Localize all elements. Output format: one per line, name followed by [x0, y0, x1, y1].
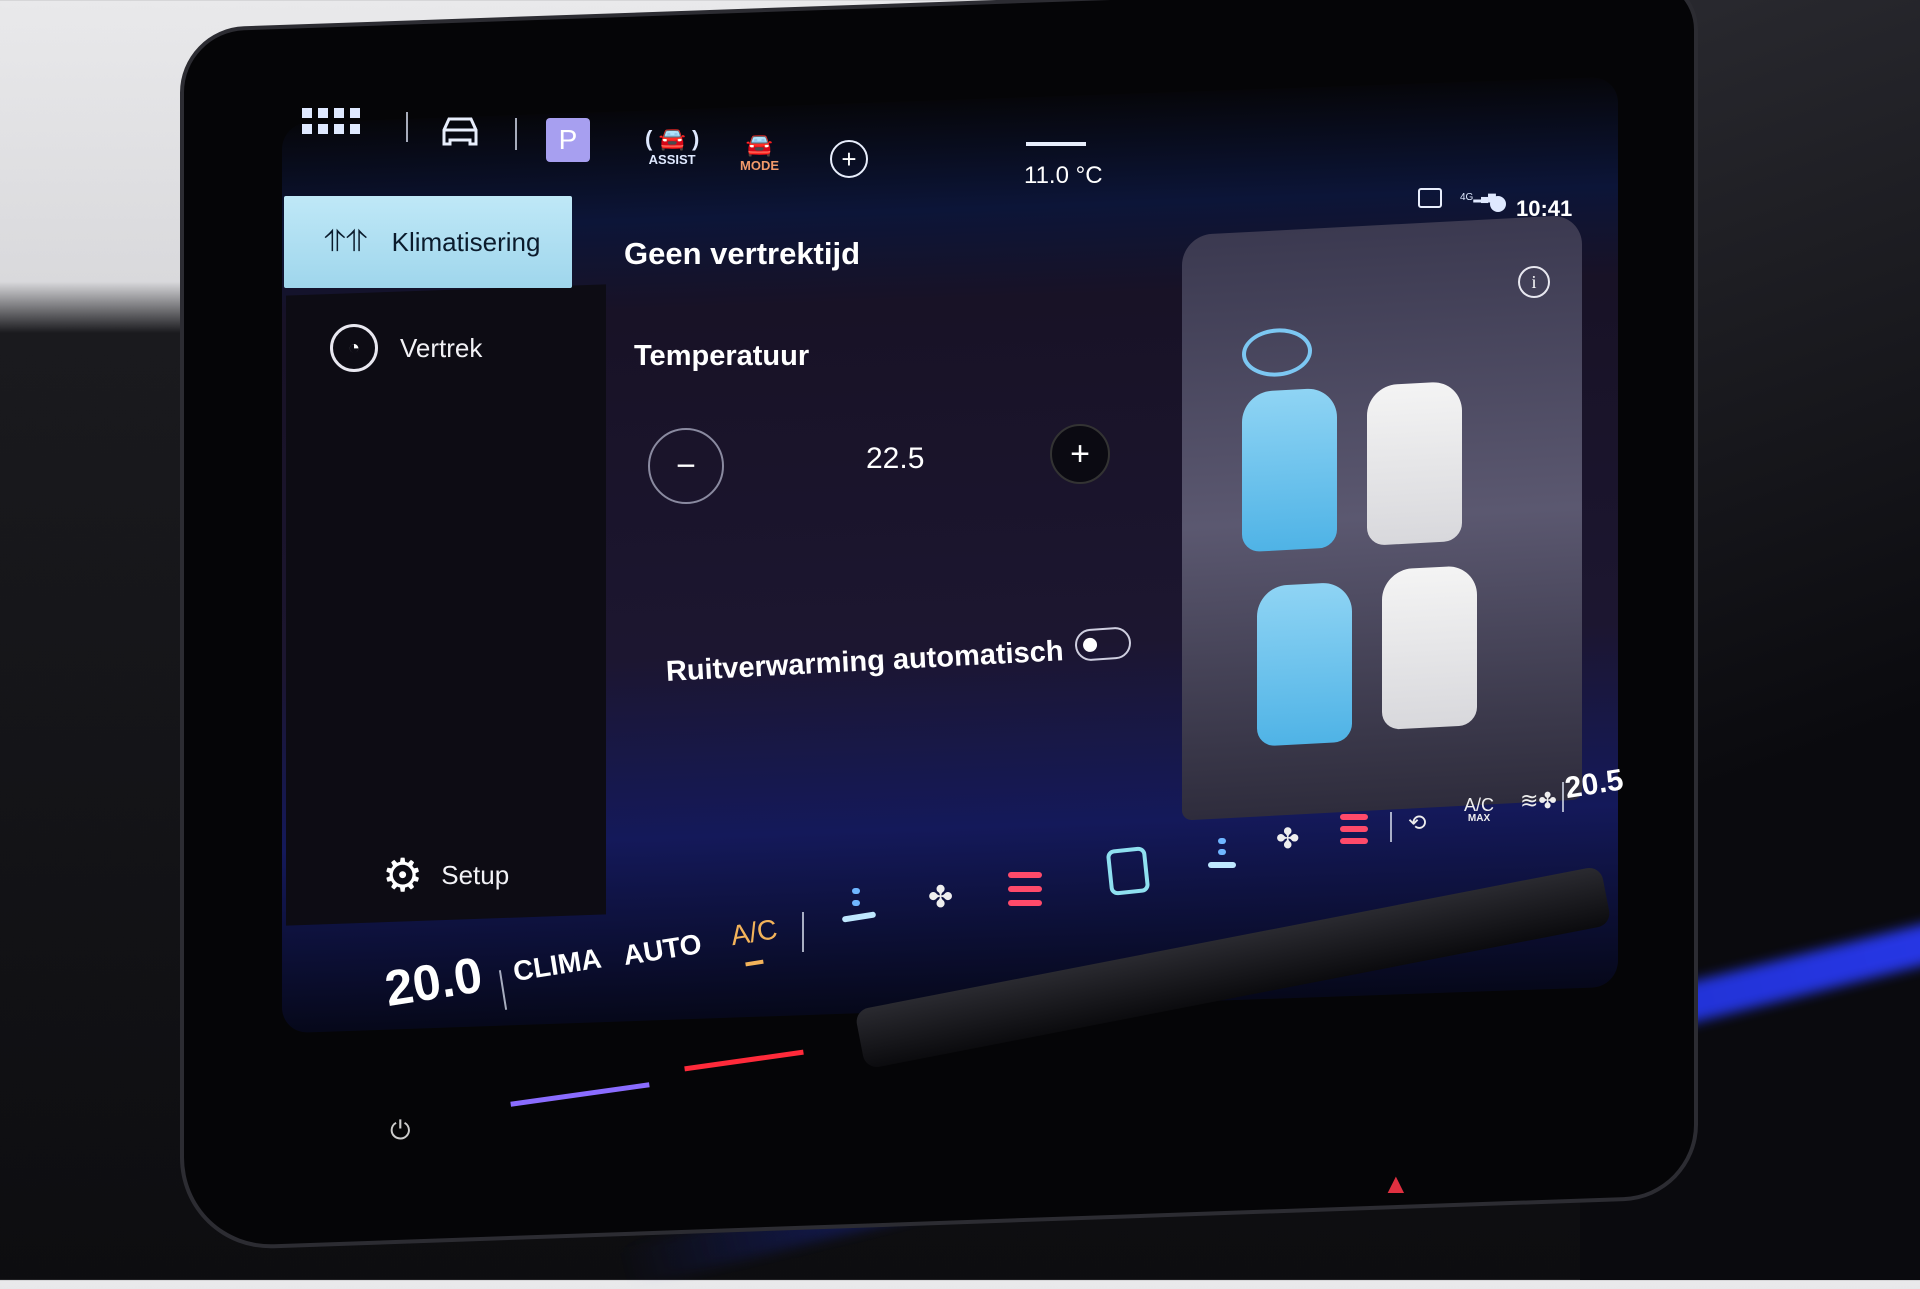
message-icon[interactable]: [1418, 188, 1442, 208]
steering-wheel-icon: [1242, 326, 1312, 379]
sidebar-item-label: Vertrek: [400, 332, 483, 363]
divider: [515, 118, 517, 150]
infotainment-screen: P ( 🚘 ) ASSIST 🚘 MODE + 11.0 °C 4G▂▄▆ 10…: [0, 0, 1920, 1280]
mode-button[interactable]: 🚘 MODE: [740, 132, 779, 173]
window-heating-toggle[interactable]: [1073, 626, 1133, 662]
seat-passenger[interactable]: [1367, 380, 1462, 546]
ambient-strip-purple: [510, 1082, 650, 1107]
assist-icon: ( 🚘 ): [645, 126, 700, 151]
mode-icon: 🚘: [745, 132, 774, 157]
seat-rear-right[interactable]: [1382, 565, 1477, 730]
car-icon[interactable]: [436, 114, 484, 155]
hazard-button[interactable]: ▲: [1382, 1168, 1410, 1200]
ac-label: A/C: [728, 913, 780, 952]
setup-button[interactable]: ⚙ Setup: [382, 852, 509, 898]
parking-button[interactable]: P: [546, 118, 590, 162]
divider: [1562, 782, 1564, 812]
defrost-square-button[interactable]: [1105, 846, 1151, 896]
sidebar-item-vertrek[interactable]: ◔ Vertrek: [330, 324, 482, 372]
divider: [1390, 812, 1392, 842]
car-seat-diagram: [1182, 214, 1582, 821]
info-icon[interactable]: i: [1518, 266, 1550, 298]
recirculation-icon[interactable]: ⟲: [1408, 810, 1426, 836]
divider: [406, 112, 408, 142]
assist-button[interactable]: ( 🚘 ) ASSIST: [645, 126, 699, 167]
clock-icon: ◔: [330, 324, 378, 372]
seat-fan-right-icon[interactable]: ✤: [1276, 822, 1299, 855]
climate-icon: ⥣⥣: [324, 225, 368, 258]
temperature-label: Temperatuur: [634, 340, 810, 372]
temperature-increase-button[interactable]: +: [1050, 424, 1110, 484]
toggle-knob: [1082, 637, 1098, 653]
gear-icon: ⚙: [382, 849, 424, 901]
power-icon[interactable]: ⏻: [390, 1115, 411, 1147]
acmax-label: A/C: [1464, 795, 1495, 815]
ambient-strip-red: [684, 1049, 804, 1072]
sidebar: [286, 284, 606, 926]
globe-icon: [1490, 196, 1506, 212]
temperature-decrease-button[interactable]: −: [648, 428, 724, 504]
acmax-sub: MAX: [1467, 813, 1491, 824]
fan-speed-icon[interactable]: ≋✤: [1520, 788, 1557, 814]
mode-label: MODE: [740, 158, 779, 173]
ac-max-button[interactable]: A/C MAX: [1464, 796, 1494, 824]
apps-grid-icon[interactable]: [302, 108, 360, 134]
ac-button[interactable]: A/C: [728, 913, 782, 968]
outside-temperature: 11.0 °C: [1024, 162, 1103, 189]
divider: [802, 912, 804, 952]
seat-fan-left-icon[interactable]: ✤: [928, 880, 953, 915]
sidebar-item-label: Klimatisering: [391, 226, 541, 257]
setup-label: Setup: [441, 859, 510, 890]
seat-driver[interactable]: [1242, 387, 1337, 553]
temp-indicator-bar: [1026, 142, 1086, 146]
add-icon[interactable]: +: [830, 140, 868, 178]
seat-rear-left[interactable]: [1257, 581, 1352, 747]
assist-label: ASSIST: [648, 152, 696, 167]
sidebar-item-klimatisering[interactable]: ⥣⥣ Klimatisering: [284, 196, 572, 288]
departure-title: Geen vertrektijd: [624, 236, 861, 271]
temperature-value: 22.5: [866, 442, 925, 475]
